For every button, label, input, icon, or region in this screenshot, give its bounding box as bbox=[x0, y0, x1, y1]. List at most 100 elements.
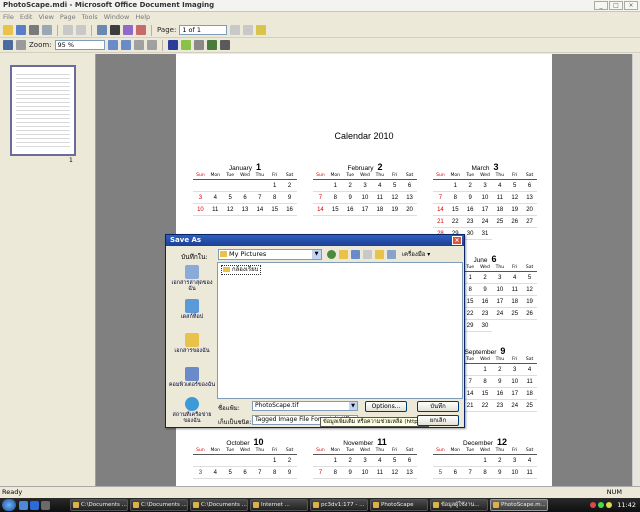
options-button[interactable]: Options... bbox=[365, 401, 407, 412]
day-cell: 9 bbox=[462, 192, 478, 204]
save-button[interactable]: บันทึก bbox=[417, 401, 459, 412]
previous-page-icon[interactable] bbox=[230, 25, 241, 35]
pan-hand-icon[interactable] bbox=[16, 40, 26, 50]
day-cell: 10 bbox=[492, 284, 508, 296]
day-cell: 13 bbox=[522, 192, 537, 204]
vertical-scrollbar[interactable] bbox=[632, 54, 640, 486]
menu-edit[interactable]: Edit bbox=[20, 12, 33, 22]
taskbar-button[interactable]: pc3dv1:177 - ... bbox=[310, 499, 368, 511]
minimize-button[interactable]: _ bbox=[594, 1, 608, 10]
select-icon[interactable] bbox=[3, 40, 13, 50]
weekday-label: Fri bbox=[512, 357, 518, 362]
open-icon[interactable] bbox=[3, 25, 13, 35]
menu-view[interactable]: View bbox=[38, 12, 53, 22]
taskbar-button[interactable]: C:\Documents ... bbox=[130, 499, 188, 511]
media-icon[interactable] bbox=[41, 500, 50, 510]
menu-file[interactable]: File bbox=[3, 12, 14, 22]
menu-tools[interactable]: Tools bbox=[82, 12, 98, 22]
look-in-dropdown[interactable]: My Pictures ▼ bbox=[218, 249, 322, 260]
day-cell: 7 bbox=[252, 192, 268, 204]
save-icon[interactable] bbox=[16, 25, 26, 35]
up-folder-icon[interactable] bbox=[339, 249, 348, 259]
print-icon[interactable] bbox=[29, 25, 39, 35]
close-button[interactable]: × bbox=[624, 1, 638, 10]
volume-icon[interactable] bbox=[606, 502, 613, 508]
views-icon[interactable] bbox=[387, 249, 396, 259]
text-box-icon[interactable] bbox=[193, 40, 204, 50]
folder-item[interactable]: กล้องเรียบ bbox=[221, 265, 262, 275]
menu-help[interactable]: Help bbox=[135, 12, 150, 22]
taskbar-button[interactable]: ข้อมูลผู้ใช้งาน... bbox=[430, 499, 488, 511]
search-web-icon[interactable] bbox=[351, 249, 360, 259]
show-desktop-icon[interactable] bbox=[19, 500, 28, 510]
day-cell bbox=[207, 180, 223, 192]
maximize-button[interactable]: □ bbox=[609, 1, 623, 10]
taskbar-button-active[interactable]: PhotoScape.m... bbox=[490, 499, 548, 511]
look-in-value: My Pictures bbox=[229, 250, 267, 258]
cancel-button[interactable]: ยกเลิก bbox=[417, 415, 459, 426]
annotation-icon[interactable] bbox=[219, 40, 230, 50]
file-list[interactable]: กล้องเรียบ bbox=[217, 262, 463, 399]
zoom-select[interactable]: 95 % bbox=[54, 40, 105, 50]
taskbar-button[interactable]: C:\Documents ... bbox=[190, 499, 248, 511]
day-cell: 25 bbox=[492, 216, 508, 228]
place-desktop[interactable]: เดสก์ท็อป bbox=[168, 299, 216, 320]
highlighter-icon[interactable] bbox=[180, 40, 191, 50]
filename-input[interactable]: PhotoScape.tif ▼ bbox=[252, 401, 358, 411]
weekday-label: Tue bbox=[226, 173, 234, 178]
taskbar-button[interactable]: PhotoScape bbox=[370, 499, 428, 511]
menu-page[interactable]: Page bbox=[60, 12, 76, 22]
day-cell: 5 bbox=[222, 467, 238, 479]
network-icon[interactable] bbox=[598, 502, 605, 508]
ocr-icon[interactable] bbox=[123, 25, 133, 35]
rotate-icon[interactable] bbox=[136, 25, 146, 35]
taskbar-button[interactable]: Internet ... bbox=[250, 499, 308, 511]
redo-icon[interactable] bbox=[76, 25, 86, 35]
find-icon[interactable] bbox=[110, 25, 120, 35]
tools-menu[interactable]: เครื่องมือ ▾ bbox=[402, 249, 430, 259]
day-cell: 3 bbox=[507, 455, 523, 467]
start-button[interactable] bbox=[2, 499, 16, 511]
weekday-header: Sun Mon Tue Wed Thu Fri Sat bbox=[193, 448, 297, 455]
window-title: PhotoScape.mdi - Microsoft Office Docume… bbox=[3, 1, 215, 9]
taskbar-button[interactable]: C:\Documents ... bbox=[70, 499, 128, 511]
antivirus-icon[interactable] bbox=[590, 502, 597, 508]
place-my-computer[interactable]: คอมพิวเตอร์ของฉัน bbox=[168, 367, 216, 388]
delete-icon[interactable] bbox=[363, 249, 372, 259]
picture-icon[interactable] bbox=[206, 40, 217, 50]
fit-page-icon[interactable] bbox=[146, 40, 157, 50]
day-cell: 4 bbox=[522, 364, 537, 376]
next-page-icon[interactable] bbox=[243, 25, 254, 35]
menu-window[interactable]: Window bbox=[104, 12, 130, 22]
place-recent[interactable]: เอกสารล่าสุดของฉัน bbox=[168, 265, 216, 292]
day-cell: 13 bbox=[402, 192, 417, 204]
scan-icon[interactable] bbox=[42, 25, 52, 35]
day-cell: 2 bbox=[282, 455, 297, 467]
page-input[interactable]: 1 of 1 bbox=[179, 25, 228, 35]
zoom-out-icon[interactable] bbox=[120, 40, 131, 50]
send-icon[interactable] bbox=[97, 25, 107, 35]
dialog-close-button[interactable]: × bbox=[452, 236, 462, 245]
page-thumbnail[interactable] bbox=[10, 65, 76, 156]
place-my-documents[interactable]: เอกสารของฉัน bbox=[168, 333, 216, 354]
day-cell: 5 bbox=[522, 272, 537, 284]
day-cell: 22 bbox=[447, 216, 463, 228]
day-cell: 7 bbox=[252, 467, 268, 479]
internet-explorer-icon[interactable] bbox=[30, 500, 39, 510]
weekday-label: Sun bbox=[316, 173, 325, 178]
day-cell bbox=[222, 180, 238, 192]
help-icon[interactable] bbox=[256, 25, 267, 35]
view-toolbar: Zoom: 95 % bbox=[0, 38, 640, 53]
day-grid: 1 2 3 4 5 6 7 8 9 10 11 12 13 bbox=[313, 455, 417, 479]
day-cell bbox=[313, 455, 328, 467]
fit-width-icon[interactable] bbox=[133, 40, 144, 50]
network-places-icon bbox=[185, 397, 199, 411]
day-cell: 2 bbox=[462, 180, 478, 192]
zoom-in-icon[interactable] bbox=[107, 40, 118, 50]
place-network[interactable]: สถานที่เครือข่ายของฉัน bbox=[168, 397, 216, 424]
day-cell: 10 bbox=[357, 192, 373, 204]
pen-icon[interactable] bbox=[167, 40, 178, 50]
undo-icon[interactable] bbox=[63, 25, 73, 35]
new-folder-icon[interactable] bbox=[375, 249, 384, 259]
back-icon[interactable] bbox=[327, 249, 336, 259]
